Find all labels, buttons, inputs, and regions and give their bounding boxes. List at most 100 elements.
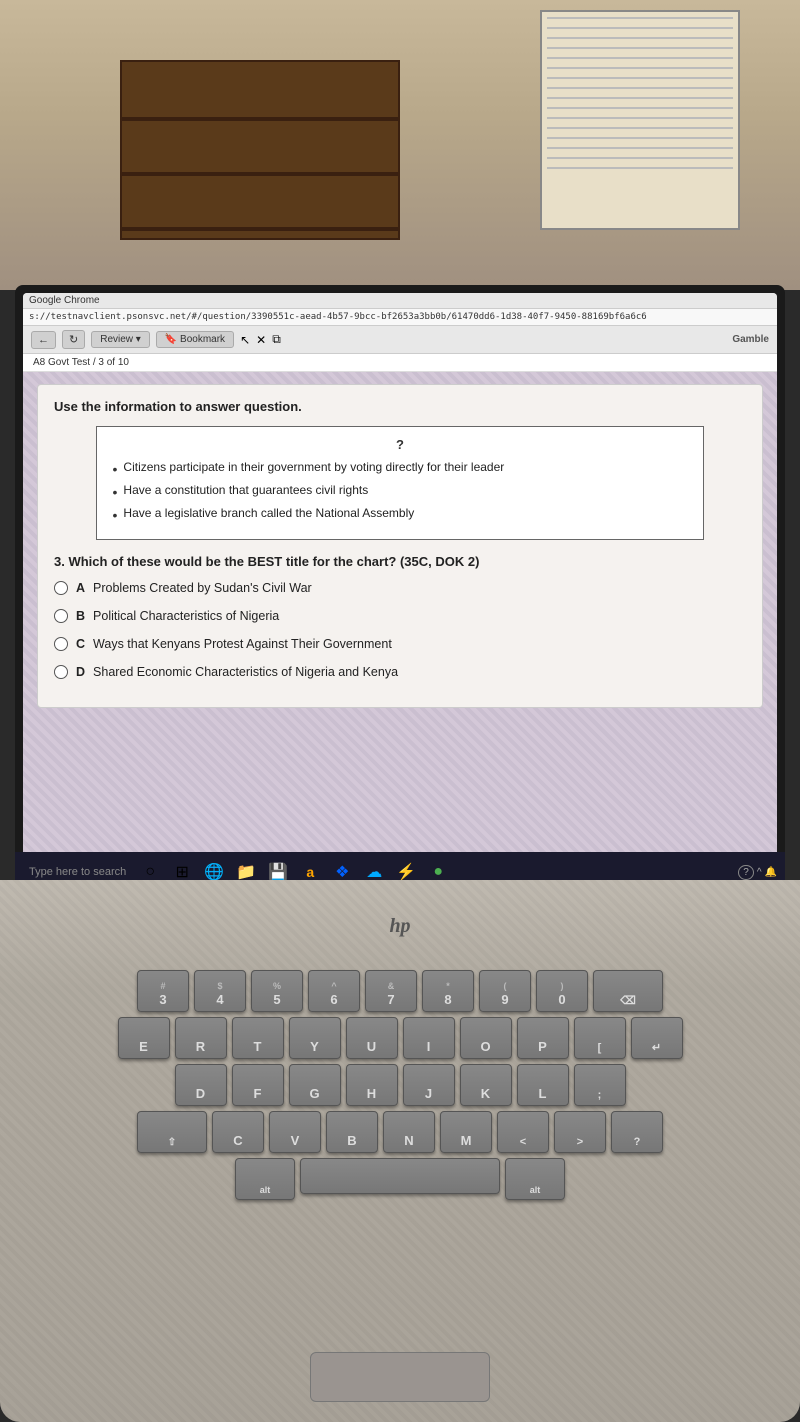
back-button[interactable]: ← (31, 331, 56, 349)
review-button[interactable]: Review ▾ (91, 331, 150, 348)
key-l[interactable]: L (517, 1064, 569, 1106)
key-t[interactable]: T (232, 1017, 284, 1059)
tray-notif-icon: 🔔 (765, 867, 777, 878)
option-text-a: Problems Created by Sudan's Civil War (93, 581, 312, 595)
key-6[interactable]: ^ 6 (308, 970, 360, 1012)
touchpad[interactable] (310, 1352, 490, 1402)
key-j[interactable]: J (403, 1064, 455, 1106)
key-space[interactable] (300, 1158, 500, 1194)
key-y[interactable]: Y (289, 1017, 341, 1059)
browser-content: Use the information to answer question. … (23, 372, 777, 872)
chart-bullet-3: Have a legislative branch called the Nat… (123, 506, 414, 520)
chart-bullet-1: Citizens participate in their government… (123, 460, 504, 474)
key-period[interactable]: > (554, 1111, 606, 1153)
browser-toolbar: ← ↻ Review ▾ 🔖 Bookmark ↖ ✕ ⧉ Gamble (23, 326, 777, 354)
key-b[interactable]: B (326, 1111, 378, 1153)
radio-c[interactable] (54, 637, 68, 651)
key-backspace[interactable]: ⌫ (593, 970, 663, 1012)
key-k[interactable]: K (460, 1064, 512, 1106)
key-shift-left[interactable]: ⇧ (137, 1111, 207, 1153)
answer-option-b[interactable]: B Political Characteristics of Nigeria (54, 609, 746, 623)
browser-title-text: Google Chrome (29, 295, 100, 306)
key-m[interactable]: M (440, 1111, 492, 1153)
key-semicolon[interactable]: ; (574, 1064, 626, 1106)
answer-option-c[interactable]: C Ways that Kenyans Protest Against Thei… (54, 637, 746, 651)
close-icon[interactable]: ✕ (256, 333, 266, 347)
option-letter-d: D (76, 665, 85, 679)
answer-option-d[interactable]: D Shared Economic Characteristics of Nig… (54, 665, 746, 679)
bookcase (120, 60, 400, 240)
question-card: Use the information to answer question. … (37, 384, 763, 708)
browser-window: Google Chrome s://testnavclient.psonsvc.… (23, 293, 777, 872)
key-enter[interactable]: ↵ (631, 1017, 683, 1059)
key-7[interactable]: & 7 (365, 970, 417, 1012)
key-row-asdf: D F G H J K L ; (30, 1064, 770, 1106)
breadcrumb: A8 Govt Test / 3 of 10 (23, 354, 777, 372)
chart-item-3: • Have a legislative branch called the N… (113, 506, 688, 523)
restore-icon[interactable]: ⧉ (272, 332, 281, 347)
browser-title-bar: Google Chrome (23, 293, 777, 309)
key-alt-left[interactable]: alt (235, 1158, 295, 1200)
key-0[interactable]: ) 0 (536, 970, 588, 1012)
key-row-zxcv: ⇧ C V B N M < > ? (30, 1111, 770, 1153)
key-row-space: alt alt (30, 1158, 770, 1200)
option-letter-b: B (76, 609, 85, 623)
key-9[interactable]: ( 9 (479, 970, 531, 1012)
key-f[interactable]: F (232, 1064, 284, 1106)
keyboard: # 3 $ 4 % 5 ^ 6 & 7 * 8 (30, 970, 770, 1342)
key-p[interactable]: P (517, 1017, 569, 1059)
url-text: s://testnavclient.psonsvc.net/#/question… (29, 312, 647, 322)
option-text-c: Ways that Kenyans Protest Against Their … (93, 637, 392, 651)
laptop-body: hp # 3 $ 4 % 5 ^ 6 & 7 (0, 880, 800, 1422)
option-letter-c: C (76, 637, 85, 651)
radio-d[interactable] (54, 665, 68, 679)
window-blinds (540, 10, 740, 230)
breadcrumb-text: A8 Govt Test / 3 of 10 (33, 357, 129, 368)
bullet-1-icon: • (113, 461, 118, 477)
chart-title: ? (113, 437, 688, 452)
radio-b[interactable] (54, 609, 68, 623)
chart-bullet-2: Have a constitution that guarantees civi… (123, 483, 368, 497)
key-3[interactable]: # 3 (137, 970, 189, 1012)
key-d[interactable]: D (175, 1064, 227, 1106)
laptop-screen-bezel: Google Chrome s://testnavclient.psonsvc.… (15, 285, 785, 880)
key-8[interactable]: * 8 (422, 970, 474, 1012)
option-text-d: Shared Economic Characteristics of Niger… (93, 665, 398, 679)
room-background (0, 0, 800, 290)
key-bracket-open[interactable]: [ (574, 1017, 626, 1059)
forward-button[interactable]: ↻ (62, 330, 85, 349)
brand-label: Gamble (732, 334, 769, 345)
taskbar-tray: ? ^ 🔔 (738, 865, 777, 880)
question-text: 3. Which of these would be the BEST titl… (54, 554, 746, 569)
key-4[interactable]: $ 4 (194, 970, 246, 1012)
key-c[interactable]: C (212, 1111, 264, 1153)
key-i[interactable]: I (403, 1017, 455, 1059)
bullet-2-icon: • (113, 484, 118, 500)
key-o[interactable]: O (460, 1017, 512, 1059)
cursor-icon: ↖ (240, 333, 250, 347)
option-text-b: Political Characteristics of Nigeria (93, 609, 279, 623)
bookmark-button[interactable]: 🔖 Bookmark (156, 331, 234, 348)
option-letter-a: A (76, 581, 85, 595)
key-alt-right[interactable]: alt (505, 1158, 565, 1200)
key-comma[interactable]: < (497, 1111, 549, 1153)
key-g[interactable]: G (289, 1064, 341, 1106)
key-u[interactable]: U (346, 1017, 398, 1059)
key-slash[interactable]: ? (611, 1111, 663, 1153)
chart-item-1: • Citizens participate in their governme… (113, 460, 688, 477)
chart-box: ? • Citizens participate in their govern… (96, 426, 705, 540)
answer-option-a[interactable]: A Problems Created by Sudan's Civil War (54, 581, 746, 595)
key-h[interactable]: H (346, 1064, 398, 1106)
bullet-3-icon: • (113, 507, 118, 523)
key-e[interactable]: E (118, 1017, 170, 1059)
key-5[interactable]: % 5 (251, 970, 303, 1012)
key-row-qwerty: E R T Y U I O P [ ↵ (30, 1017, 770, 1059)
instruction-text: Use the information to answer question. (54, 399, 746, 414)
hp-logo: hp (389, 915, 410, 938)
radio-a[interactable] (54, 581, 68, 595)
key-v[interactable]: V (269, 1111, 321, 1153)
tray-help-icon: ? (738, 865, 754, 880)
chart-item-2: • Have a constitution that guarantees ci… (113, 483, 688, 500)
key-n[interactable]: N (383, 1111, 435, 1153)
key-r[interactable]: R (175, 1017, 227, 1059)
